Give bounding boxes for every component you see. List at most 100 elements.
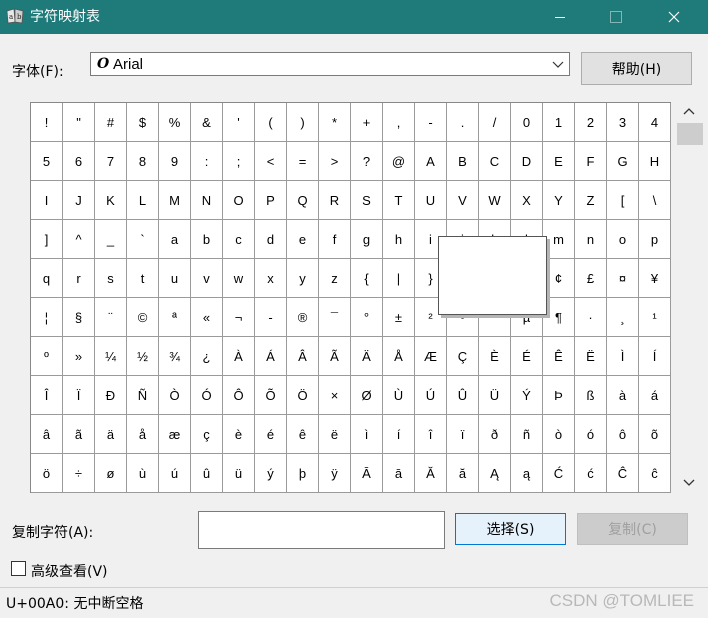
character-cell[interactable]: `: [127, 220, 159, 259]
character-cell[interactable]: «: [191, 298, 223, 337]
character-cell[interactable]: t: [127, 259, 159, 298]
character-cell[interactable]: c: [223, 220, 255, 259]
character-cell[interactable]: H: [639, 142, 671, 181]
character-cell[interactable]: h: [383, 220, 415, 259]
close-button[interactable]: [646, 0, 702, 34]
character-cell[interactable]: (: [255, 103, 287, 142]
character-cell[interactable]: Â: [287, 337, 319, 376]
character-cell[interactable]: ö: [31, 454, 63, 493]
character-cell[interactable]: *: [319, 103, 351, 142]
character-cell[interactable]: A: [415, 142, 447, 181]
character-cell[interactable]: ô: [607, 415, 639, 454]
character-cell[interactable]: ¼: [95, 337, 127, 376]
advanced-view-checkbox[interactable]: [11, 561, 26, 576]
character-cell[interactable]: ?: [351, 142, 383, 181]
character-cell[interactable]: ': [223, 103, 255, 142]
character-cell[interactable]: m: [543, 220, 575, 259]
character-cell[interactable]: ¤: [607, 259, 639, 298]
character-cell[interactable]: ý: [255, 454, 287, 493]
character-cell[interactable]: ú: [159, 454, 191, 493]
character-cell[interactable]: ç: [191, 415, 223, 454]
character-cell[interactable]: I: [31, 181, 63, 220]
copy-characters-input[interactable]: [198, 511, 445, 549]
character-cell[interactable]: /: [479, 103, 511, 142]
character-cell[interactable]: p: [639, 220, 671, 259]
character-cell[interactable]: 7: [95, 142, 127, 181]
character-cell[interactable]: ñ: [511, 415, 543, 454]
character-cell[interactable]: 0: [511, 103, 543, 142]
character-cell[interactable]: ë: [319, 415, 351, 454]
character-cell[interactable]: Ä: [351, 337, 383, 376]
character-cell[interactable]: â: [31, 415, 63, 454]
character-cell[interactable]: Ć: [543, 454, 575, 493]
character-cell[interactable]: ¥: [639, 259, 671, 298]
grid-scrollbar[interactable]: [675, 102, 703, 492]
character-cell[interactable]: 1: [543, 103, 575, 142]
character-cell[interactable]: Z: [575, 181, 607, 220]
character-cell[interactable]: 6: [63, 142, 95, 181]
character-cell[interactable]: 8: [127, 142, 159, 181]
chevron-down-icon[interactable]: [683, 476, 695, 488]
character-cell[interactable]: à: [607, 376, 639, 415]
select-button[interactable]: 选择(S): [455, 513, 566, 545]
character-cell[interactable]: X: [511, 181, 543, 220]
character-cell[interactable]: Å: [383, 337, 415, 376]
chevron-down-icon[interactable]: [551, 57, 565, 71]
character-cell[interactable]: ×: [319, 376, 351, 415]
character-cell[interactable]: í: [383, 415, 415, 454]
character-cell[interactable]: ĉ: [639, 454, 671, 493]
character-cell[interactable]: »: [63, 337, 95, 376]
character-cell[interactable]: ;: [223, 142, 255, 181]
character-cell[interactable]: x: [255, 259, 287, 298]
character-cell[interactable]: ø: [95, 454, 127, 493]
character-cell[interactable]: Ò: [159, 376, 191, 415]
character-cell[interactable]: ā: [383, 454, 415, 493]
character-cell[interactable]: Ô: [223, 376, 255, 415]
character-cell[interactable]: ·: [575, 298, 607, 337]
character-cell[interactable]: n: [575, 220, 607, 259]
character-cell[interactable]: Ö: [287, 376, 319, 415]
character-cell[interactable]: ,: [383, 103, 415, 142]
character-cell[interactable]: E: [543, 142, 575, 181]
character-cell[interactable]: Õ: [255, 376, 287, 415]
character-cell[interactable]: è: [223, 415, 255, 454]
character-cell[interactable]: {: [351, 259, 383, 298]
character-cell[interactable]: þ: [287, 454, 319, 493]
character-cell[interactable]: r: [63, 259, 95, 298]
character-cell[interactable]: ¦: [31, 298, 63, 337]
character-cell[interactable]: \: [639, 181, 671, 220]
font-dropdown[interactable]: O Arial: [90, 52, 570, 76]
character-cell[interactable]: ó: [575, 415, 607, 454]
character-cell[interactable]: y: [287, 259, 319, 298]
character-cell[interactable]: J: [63, 181, 95, 220]
character-cell[interactable]: å: [127, 415, 159, 454]
character-grid[interactable]: ! " # $% & '() * +, -./0 1 2 3 4 5 6 7 8 9:; < = >? @ A B C D E F G H…: [30, 102, 671, 493]
character-cell[interactable]: ß: [575, 376, 607, 415]
character-cell[interactable]: Ç: [447, 337, 479, 376]
character-cell[interactable]: ć: [575, 454, 607, 493]
character-cell[interactable]: W: [479, 181, 511, 220]
character-cell[interactable]: °: [351, 298, 383, 337]
character-cell[interactable]: ì: [351, 415, 383, 454]
character-cell[interactable]: ü: [223, 454, 255, 493]
character-cell[interactable]: $: [127, 103, 159, 142]
character-cell[interactable]: #: [95, 103, 127, 142]
advanced-view-label[interactable]: 高级查看(V): [31, 561, 108, 581]
character-cell[interactable]: ½: [127, 337, 159, 376]
character-cell[interactable]: 5: [31, 142, 63, 181]
character-cell[interactable]: w: [223, 259, 255, 298]
character-cell[interactable]: ð: [479, 415, 511, 454]
character-cell[interactable]: £: [575, 259, 607, 298]
character-cell[interactable]: :: [191, 142, 223, 181]
character-cell[interactable]: B: [447, 142, 479, 181]
character-cell[interactable]: S: [351, 181, 383, 220]
character-cell[interactable]: ¿: [191, 337, 223, 376]
character-cell[interactable]: ê: [287, 415, 319, 454]
character-cell[interactable]: P: [255, 181, 287, 220]
character-cell[interactable]: Æ: [415, 337, 447, 376]
character-cell[interactable]: Û: [447, 376, 479, 415]
character-cell[interactable]: ¢: [543, 259, 575, 298]
character-cell[interactable]: ª: [159, 298, 191, 337]
character-cell[interactable]: Ă: [415, 454, 447, 493]
character-cell[interactable]: F: [575, 142, 607, 181]
